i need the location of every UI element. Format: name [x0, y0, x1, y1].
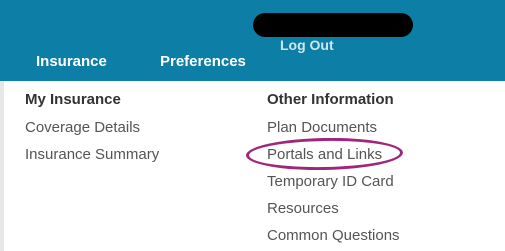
- menu-link-portals-and-links[interactable]: Portals and Links: [267, 141, 400, 168]
- menu-column-my-insurance: My Insurance Coverage Details Insurance …: [25, 90, 159, 168]
- menu-link-coverage-details[interactable]: Coverage Details: [25, 114, 159, 141]
- menu-link-resources[interactable]: Resources: [267, 195, 400, 222]
- menu-link-plan-documents[interactable]: Plan Documents: [267, 114, 400, 141]
- menu-column-other-information: Other Information Plan Documents Portals…: [267, 90, 400, 249]
- menu-link-insurance-summary[interactable]: Insurance Summary: [25, 141, 159, 168]
- menu-link-temporary-id-card[interactable]: Temporary ID Card: [267, 168, 400, 195]
- redacted-username: [253, 13, 413, 37]
- nav-tab-preferences[interactable]: Preferences: [160, 53, 246, 70]
- nav-tab-insurance[interactable]: Insurance: [36, 53, 107, 70]
- other-information-heading: Other Information: [267, 91, 394, 108]
- logout-link[interactable]: Log Out: [280, 37, 334, 53]
- left-panel-edge: [0, 81, 4, 251]
- my-insurance-heading: My Insurance: [25, 91, 121, 108]
- menu-link-common-questions[interactable]: Common Questions: [267, 222, 400, 249]
- top-header: Log Out Insurance Preferences: [0, 0, 505, 81]
